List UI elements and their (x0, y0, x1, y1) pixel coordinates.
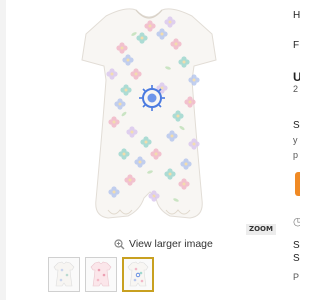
clock-icon: ◷ (293, 216, 300, 228)
right-text-fragment: S (293, 120, 300, 131)
right-text-fragment: p (293, 150, 299, 160)
thumb-pink-floral[interactable] (85, 257, 117, 292)
add-to-cart-button[interactable] (295, 172, 300, 196)
right-text-fragment: y (293, 135, 298, 145)
right-price-fragment: U (293, 70, 300, 84)
left-panel-strip (0, 0, 6, 300)
right-text-fragment: P (293, 272, 300, 282)
right-subline-fragment: 2 (293, 84, 299, 94)
zoom-in-icon (114, 238, 125, 249)
view-larger-image-label: View larger image (129, 238, 213, 250)
thumb-white-floral[interactable] (48, 257, 80, 292)
right-panel-clipped: H F U 2 S y p ◷ S S P (291, 0, 300, 300)
thumbnail-strip (48, 257, 154, 292)
thumb-multicolor-floral[interactable] (122, 257, 154, 292)
product-main-image[interactable] (66, 4, 232, 232)
right-text-fragment: S (293, 253, 300, 264)
right-line-fragment: F (293, 40, 300, 51)
right-text-fragment: S (293, 240, 300, 251)
view-larger-image-link[interactable]: View larger image (114, 236, 213, 252)
zoom-badge[interactable]: ZOOM (246, 224, 276, 235)
right-heading-fragment: H (293, 10, 300, 21)
